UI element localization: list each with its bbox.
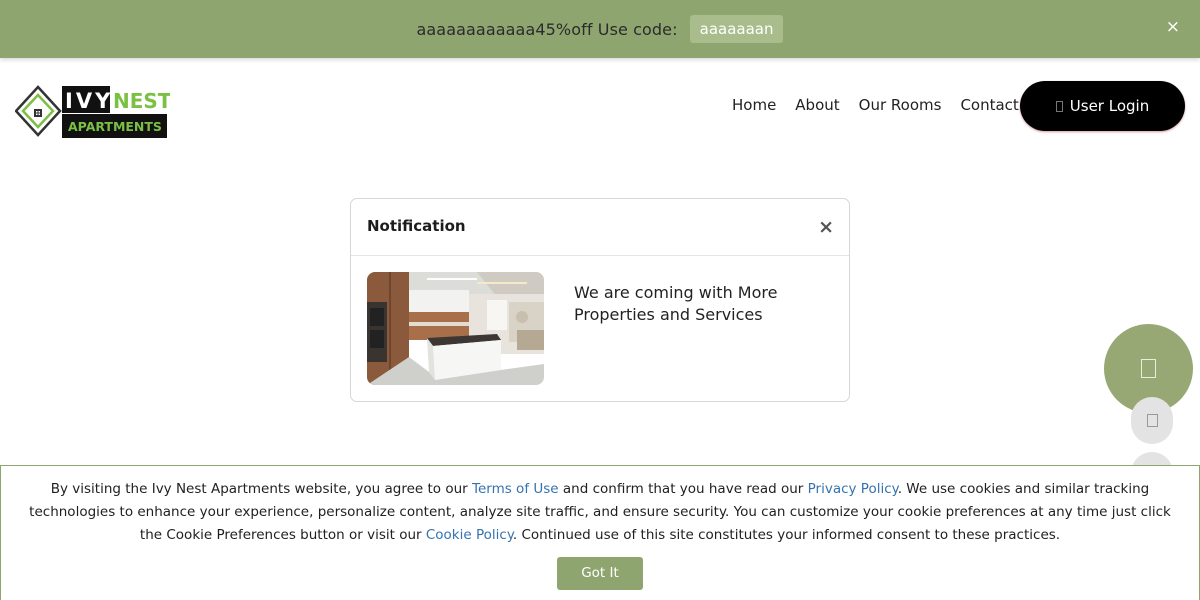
modal-message: We are coming with More Properties and S… bbox=[574, 283, 778, 324]
terms-of-use-link[interactable]: Terms of Use bbox=[472, 481, 559, 497]
main-nav: Home About Our Rooms Contact bbox=[732, 96, 1038, 114]
privacy-policy-link[interactable]: Privacy Policy bbox=[808, 481, 898, 497]
logo-text-ivy: IVY bbox=[65, 89, 113, 113]
cookie-text: By visiting the Ivy Nest Apartments webs… bbox=[19, 478, 1181, 547]
chat-icon bbox=[1141, 359, 1156, 378]
got-it-button[interactable]: Got It bbox=[557, 557, 643, 590]
nav-contact[interactable]: Contact bbox=[960, 96, 1018, 114]
kitchen-image bbox=[367, 272, 544, 385]
promo-close-icon[interactable]: × bbox=[1166, 17, 1180, 37]
phone-icon bbox=[1146, 414, 1158, 427]
user-login-button[interactable]: User Login bbox=[1020, 81, 1185, 131]
modal-body: We are coming with More Properties and S… bbox=[351, 256, 849, 402]
nav-home[interactable]: Home bbox=[732, 96, 776, 114]
notification-modal: Notification × We are coming with More P… bbox=[350, 198, 850, 402]
site-logo[interactable]: IVY NEST APARTMENTS bbox=[14, 85, 172, 141]
user-login-label: User Login bbox=[1069, 97, 1150, 115]
modal-header: Notification × bbox=[351, 199, 849, 256]
modal-title: Notification bbox=[367, 217, 466, 235]
cookie-banner: By visiting the Ivy Nest Apartments webs… bbox=[0, 465, 1200, 600]
user-icon bbox=[1055, 100, 1063, 112]
logo-text-apartments: APARTMENTS bbox=[68, 119, 162, 134]
promo-text: aaaaaaaaaaaa45%off Use code: bbox=[416, 19, 678, 39]
nav-our-rooms[interactable]: Our Rooms bbox=[859, 96, 942, 114]
promo-code[interactable]: aaaaaaan bbox=[689, 15, 784, 43]
cookie-text-part1: By visiting the Ivy Nest Apartments webs… bbox=[50, 481, 473, 497]
cookie-text-part4: . Continued use of this site constitutes… bbox=[512, 527, 1061, 543]
cookie-policy-link[interactable]: Cookie Policy bbox=[426, 527, 513, 543]
logo-graphic: IVY NEST APARTMENTS bbox=[14, 85, 172, 138]
modal-close-icon[interactable]: × bbox=[818, 216, 834, 238]
nav-about[interactable]: About bbox=[795, 96, 839, 114]
floating-secondary-button[interactable] bbox=[1131, 397, 1173, 444]
logo-text-nest: NEST bbox=[113, 89, 170, 113]
promo-bar: aaaaaaaaaaaa45%off Use code: aaaaaaan × bbox=[0, 0, 1200, 58]
cookie-text-part2: and confirm that you have read our bbox=[558, 481, 808, 497]
